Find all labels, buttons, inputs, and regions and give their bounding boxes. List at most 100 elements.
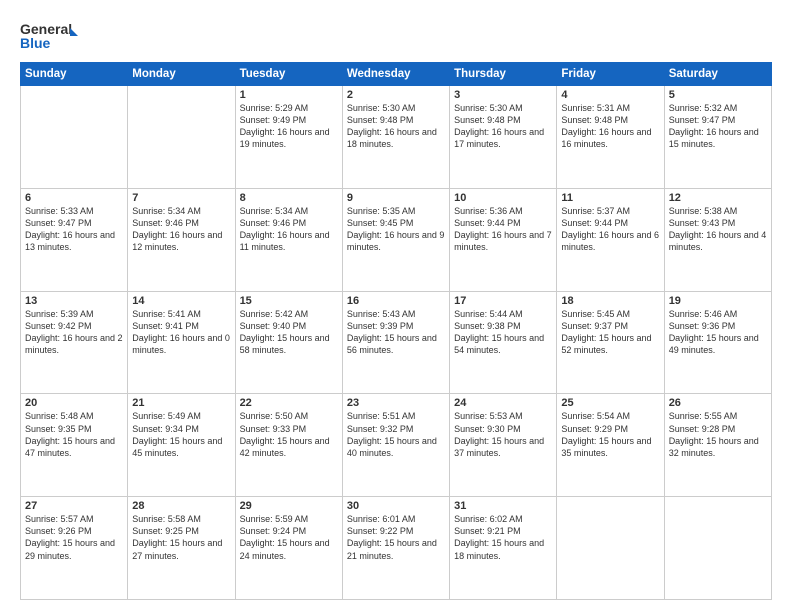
day-cell: 11Sunrise: 5:37 AM Sunset: 9:44 PM Dayli… bbox=[557, 188, 664, 291]
day-cell: 17Sunrise: 5:44 AM Sunset: 9:38 PM Dayli… bbox=[450, 291, 557, 394]
day-number: 12 bbox=[669, 192, 767, 204]
day-cell: 28Sunrise: 5:58 AM Sunset: 9:25 PM Dayli… bbox=[128, 497, 235, 600]
day-cell: 13Sunrise: 5:39 AM Sunset: 9:42 PM Dayli… bbox=[21, 291, 128, 394]
day-number: 8 bbox=[240, 192, 338, 204]
weekday-header-saturday: Saturday bbox=[664, 63, 771, 86]
day-info: Sunrise: 5:59 AM Sunset: 9:24 PM Dayligh… bbox=[240, 513, 338, 562]
day-number: 14 bbox=[132, 295, 230, 307]
day-cell: 1Sunrise: 5:29 AM Sunset: 9:49 PM Daylig… bbox=[235, 86, 342, 189]
day-cell: 4Sunrise: 5:31 AM Sunset: 9:48 PM Daylig… bbox=[557, 86, 664, 189]
day-cell: 30Sunrise: 6:01 AM Sunset: 9:22 PM Dayli… bbox=[342, 497, 449, 600]
day-info: Sunrise: 5:54 AM Sunset: 9:29 PM Dayligh… bbox=[561, 410, 659, 459]
day-info: Sunrise: 5:39 AM Sunset: 9:42 PM Dayligh… bbox=[25, 308, 123, 357]
weekday-header-friday: Friday bbox=[557, 63, 664, 86]
day-info: Sunrise: 5:53 AM Sunset: 9:30 PM Dayligh… bbox=[454, 410, 552, 459]
day-cell: 29Sunrise: 5:59 AM Sunset: 9:24 PM Dayli… bbox=[235, 497, 342, 600]
day-number: 11 bbox=[561, 192, 659, 204]
day-info: Sunrise: 5:48 AM Sunset: 9:35 PM Dayligh… bbox=[25, 410, 123, 459]
day-number: 7 bbox=[132, 192, 230, 204]
day-info: Sunrise: 5:33 AM Sunset: 9:47 PM Dayligh… bbox=[25, 205, 123, 254]
day-number: 18 bbox=[561, 295, 659, 307]
day-number: 9 bbox=[347, 192, 445, 204]
day-info: Sunrise: 5:44 AM Sunset: 9:38 PM Dayligh… bbox=[454, 308, 552, 357]
day-number: 15 bbox=[240, 295, 338, 307]
day-cell: 12Sunrise: 5:38 AM Sunset: 9:43 PM Dayli… bbox=[664, 188, 771, 291]
day-number: 2 bbox=[347, 89, 445, 101]
day-info: Sunrise: 5:41 AM Sunset: 9:41 PM Dayligh… bbox=[132, 308, 230, 357]
day-cell: 19Sunrise: 5:46 AM Sunset: 9:36 PM Dayli… bbox=[664, 291, 771, 394]
day-number: 21 bbox=[132, 397, 230, 409]
day-cell bbox=[21, 86, 128, 189]
day-info: Sunrise: 5:29 AM Sunset: 9:49 PM Dayligh… bbox=[240, 102, 338, 151]
day-cell: 31Sunrise: 6:02 AM Sunset: 9:21 PM Dayli… bbox=[450, 497, 557, 600]
day-info: Sunrise: 5:57 AM Sunset: 9:26 PM Dayligh… bbox=[25, 513, 123, 562]
day-info: Sunrise: 5:37 AM Sunset: 9:44 PM Dayligh… bbox=[561, 205, 659, 254]
day-cell: 3Sunrise: 5:30 AM Sunset: 9:48 PM Daylig… bbox=[450, 86, 557, 189]
day-number: 26 bbox=[669, 397, 767, 409]
day-number: 28 bbox=[132, 500, 230, 512]
day-number: 4 bbox=[561, 89, 659, 101]
day-number: 16 bbox=[347, 295, 445, 307]
day-number: 5 bbox=[669, 89, 767, 101]
svg-text:Blue: Blue bbox=[20, 35, 51, 51]
weekday-header-wednesday: Wednesday bbox=[342, 63, 449, 86]
day-cell: 24Sunrise: 5:53 AM Sunset: 9:30 PM Dayli… bbox=[450, 394, 557, 497]
week-row-1: 1Sunrise: 5:29 AM Sunset: 9:49 PM Daylig… bbox=[21, 86, 772, 189]
weekday-header-tuesday: Tuesday bbox=[235, 63, 342, 86]
day-cell: 23Sunrise: 5:51 AM Sunset: 9:32 PM Dayli… bbox=[342, 394, 449, 497]
weekday-header-thursday: Thursday bbox=[450, 63, 557, 86]
day-info: Sunrise: 5:30 AM Sunset: 9:48 PM Dayligh… bbox=[454, 102, 552, 151]
day-info: Sunrise: 5:32 AM Sunset: 9:47 PM Dayligh… bbox=[669, 102, 767, 151]
day-cell bbox=[128, 86, 235, 189]
day-info: Sunrise: 5:50 AM Sunset: 9:33 PM Dayligh… bbox=[240, 410, 338, 459]
day-info: Sunrise: 6:01 AM Sunset: 9:22 PM Dayligh… bbox=[347, 513, 445, 562]
weekday-header-sunday: Sunday bbox=[21, 63, 128, 86]
day-info: Sunrise: 5:46 AM Sunset: 9:36 PM Dayligh… bbox=[669, 308, 767, 357]
day-cell: 18Sunrise: 5:45 AM Sunset: 9:37 PM Dayli… bbox=[557, 291, 664, 394]
day-cell: 8Sunrise: 5:34 AM Sunset: 9:46 PM Daylig… bbox=[235, 188, 342, 291]
day-info: Sunrise: 5:36 AM Sunset: 9:44 PM Dayligh… bbox=[454, 205, 552, 254]
day-info: Sunrise: 5:55 AM Sunset: 9:28 PM Dayligh… bbox=[669, 410, 767, 459]
day-info: Sunrise: 5:31 AM Sunset: 9:48 PM Dayligh… bbox=[561, 102, 659, 151]
header: GeneralBlue bbox=[20, 18, 772, 54]
weekday-header-monday: Monday bbox=[128, 63, 235, 86]
week-row-4: 20Sunrise: 5:48 AM Sunset: 9:35 PM Dayli… bbox=[21, 394, 772, 497]
day-cell: 10Sunrise: 5:36 AM Sunset: 9:44 PM Dayli… bbox=[450, 188, 557, 291]
day-cell: 25Sunrise: 5:54 AM Sunset: 9:29 PM Dayli… bbox=[557, 394, 664, 497]
day-number: 29 bbox=[240, 500, 338, 512]
day-number: 3 bbox=[454, 89, 552, 101]
day-number: 31 bbox=[454, 500, 552, 512]
day-info: Sunrise: 5:49 AM Sunset: 9:34 PM Dayligh… bbox=[132, 410, 230, 459]
day-info: Sunrise: 5:58 AM Sunset: 9:25 PM Dayligh… bbox=[132, 513, 230, 562]
day-info: Sunrise: 5:30 AM Sunset: 9:48 PM Dayligh… bbox=[347, 102, 445, 151]
day-cell: 2Sunrise: 5:30 AM Sunset: 9:48 PM Daylig… bbox=[342, 86, 449, 189]
day-number: 10 bbox=[454, 192, 552, 204]
weekday-header-row: SundayMondayTuesdayWednesdayThursdayFrid… bbox=[21, 63, 772, 86]
day-number: 17 bbox=[454, 295, 552, 307]
day-info: Sunrise: 5:35 AM Sunset: 9:45 PM Dayligh… bbox=[347, 205, 445, 254]
day-number: 25 bbox=[561, 397, 659, 409]
day-number: 27 bbox=[25, 500, 123, 512]
day-cell: 14Sunrise: 5:41 AM Sunset: 9:41 PM Dayli… bbox=[128, 291, 235, 394]
week-row-2: 6Sunrise: 5:33 AM Sunset: 9:47 PM Daylig… bbox=[21, 188, 772, 291]
logo-svg: GeneralBlue bbox=[20, 18, 80, 54]
day-number: 19 bbox=[669, 295, 767, 307]
calendar-table: SundayMondayTuesdayWednesdayThursdayFrid… bbox=[20, 62, 772, 600]
day-cell: 20Sunrise: 5:48 AM Sunset: 9:35 PM Dayli… bbox=[21, 394, 128, 497]
day-number: 30 bbox=[347, 500, 445, 512]
day-cell: 9Sunrise: 5:35 AM Sunset: 9:45 PM Daylig… bbox=[342, 188, 449, 291]
week-row-3: 13Sunrise: 5:39 AM Sunset: 9:42 PM Dayli… bbox=[21, 291, 772, 394]
day-number: 6 bbox=[25, 192, 123, 204]
day-info: Sunrise: 6:02 AM Sunset: 9:21 PM Dayligh… bbox=[454, 513, 552, 562]
day-cell: 7Sunrise: 5:34 AM Sunset: 9:46 PM Daylig… bbox=[128, 188, 235, 291]
day-cell: 21Sunrise: 5:49 AM Sunset: 9:34 PM Dayli… bbox=[128, 394, 235, 497]
day-info: Sunrise: 5:34 AM Sunset: 9:46 PM Dayligh… bbox=[132, 205, 230, 254]
day-cell: 16Sunrise: 5:43 AM Sunset: 9:39 PM Dayli… bbox=[342, 291, 449, 394]
day-number: 13 bbox=[25, 295, 123, 307]
week-row-5: 27Sunrise: 5:57 AM Sunset: 9:26 PM Dayli… bbox=[21, 497, 772, 600]
day-info: Sunrise: 5:38 AM Sunset: 9:43 PM Dayligh… bbox=[669, 205, 767, 254]
day-info: Sunrise: 5:42 AM Sunset: 9:40 PM Dayligh… bbox=[240, 308, 338, 357]
calendar-page: GeneralBlue SundayMondayTuesdayWednesday… bbox=[0, 0, 792, 612]
logo: GeneralBlue bbox=[20, 18, 80, 54]
day-cell bbox=[664, 497, 771, 600]
